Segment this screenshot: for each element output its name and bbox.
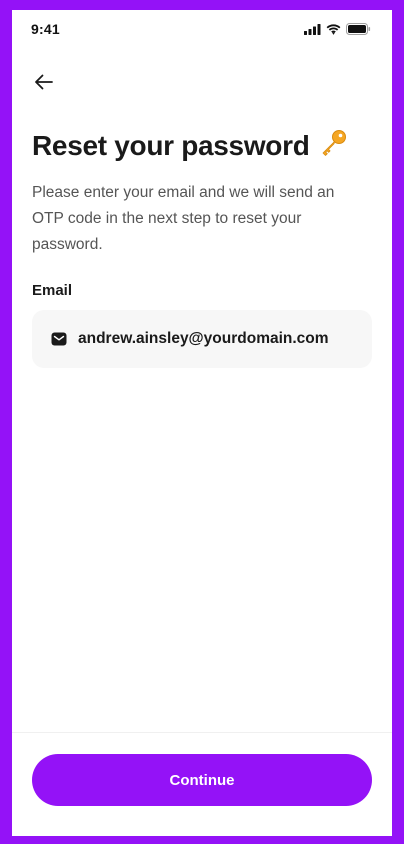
page-description: Please enter your email and we will send… (32, 184, 335, 253)
key-icon (318, 128, 348, 163)
title-row: Reset your password (32, 128, 348, 163)
back-button[interactable] (32, 70, 56, 94)
status-icons (304, 23, 371, 35)
email-value[interactable]: andrew.ainsley@yourdomain.com (78, 330, 329, 348)
status-time: 9:41 (31, 21, 60, 37)
arrow-left-icon (32, 74, 56, 98)
bottom-divider (12, 732, 392, 733)
continue-button[interactable]: Continue (32, 754, 372, 806)
page-title: Reset your password (32, 129, 310, 161)
status-bar: 9:41 (12, 10, 392, 46)
cellular-signal-icon (304, 23, 321, 35)
wifi-icon (326, 23, 341, 35)
mail-icon (51, 331, 67, 347)
email-field[interactable]: andrew.ainsley@yourdomain.com (32, 310, 372, 368)
reset-password-screen: 9:41 Reset your password Please enter yo… (12, 10, 392, 836)
battery-icon (346, 23, 371, 35)
email-label: Email (32, 282, 73, 299)
